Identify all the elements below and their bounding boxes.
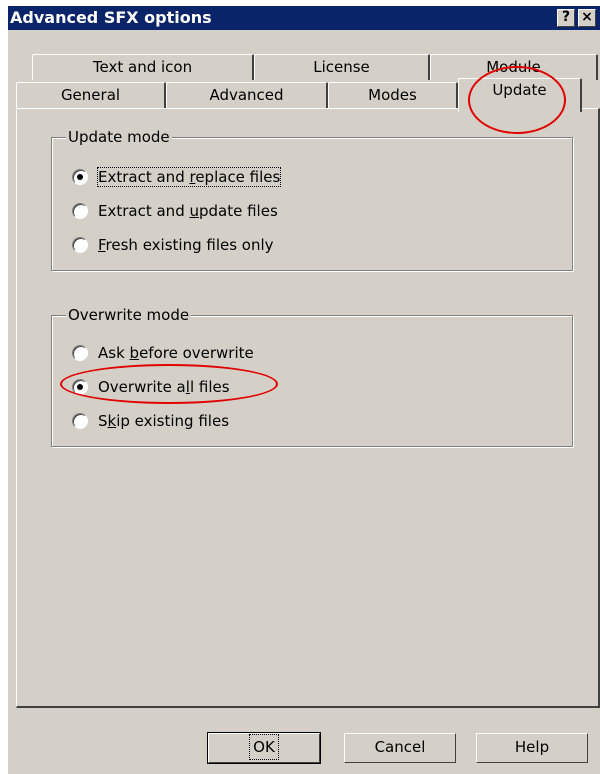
option-label: Fresh existing files only	[98, 236, 274, 254]
tab-panel-update: Update mode Extract and replace files Ex…	[16, 108, 600, 708]
update-mode-group: Update mode Extract and replace files Ex…	[51, 128, 573, 271]
ask-before-overwrite-radio[interactable]: Ask before overwrite	[72, 342, 254, 364]
tab-label: Update	[492, 81, 547, 99]
overwrite-mode-legend: Overwrite mode	[66, 306, 192, 324]
extract-update-radio[interactable]: Extract and update files	[72, 200, 278, 222]
tab-general[interactable]: General	[16, 82, 166, 108]
tab-modes[interactable]: Modes	[328, 82, 458, 108]
option-label: Overwrite all files	[98, 378, 230, 396]
tab-advanced[interactable]: Advanced	[166, 82, 328, 108]
tab-module[interactable]: Module	[430, 54, 598, 80]
option-label: Skip existing files	[98, 412, 230, 430]
help-icon[interactable]: ?	[557, 9, 575, 27]
tab-update[interactable]: Update	[458, 78, 582, 112]
ok-label: OK	[249, 734, 279, 760]
help-label: Help	[514, 738, 550, 756]
option-label: Extract and replace files	[96, 167, 282, 187]
title-bar: Advanced SFX options ? ×	[8, 6, 600, 30]
tab-license[interactable]: License	[254, 54, 430, 80]
tab-label: Modes	[368, 86, 417, 104]
radio-checked-icon	[72, 168, 88, 185]
window-title: Advanced SFX options	[10, 8, 212, 27]
tab-label: Advanced	[209, 86, 284, 104]
cancel-label: Cancel	[374, 738, 426, 756]
radio-icon	[72, 202, 88, 219]
skip-existing-radio[interactable]: Skip existing files	[72, 410, 229, 432]
tab-label: Text and icon	[92, 58, 193, 76]
radio-icon	[72, 236, 88, 253]
tab-text-and-icon[interactable]: Text and icon	[32, 54, 254, 80]
option-label: Ask before overwrite	[98, 344, 254, 362]
radio-icon	[72, 344, 88, 361]
option-label: Extract and update files	[98, 202, 278, 220]
cancel-button[interactable]: Cancel	[344, 733, 456, 763]
tab-label: General	[60, 86, 121, 104]
update-mode-legend: Update mode	[66, 128, 172, 146]
extract-replace-radio[interactable]: Extract and replace files	[72, 166, 282, 188]
overwrite-mode-group: Overwrite mode Ask before overwrite Over…	[51, 306, 573, 447]
help-button[interactable]: Help	[476, 733, 588, 763]
ok-button[interactable]: OK	[207, 732, 321, 764]
tab-label: License	[313, 58, 370, 76]
tab-label: Module	[486, 58, 541, 76]
fresh-existing-radio[interactable]: Fresh existing files only	[72, 234, 274, 256]
radio-checked-icon	[72, 378, 88, 395]
close-icon[interactable]: ×	[578, 9, 596, 27]
overwrite-all-radio[interactable]: Overwrite all files	[72, 376, 230, 398]
radio-icon	[72, 412, 88, 429]
